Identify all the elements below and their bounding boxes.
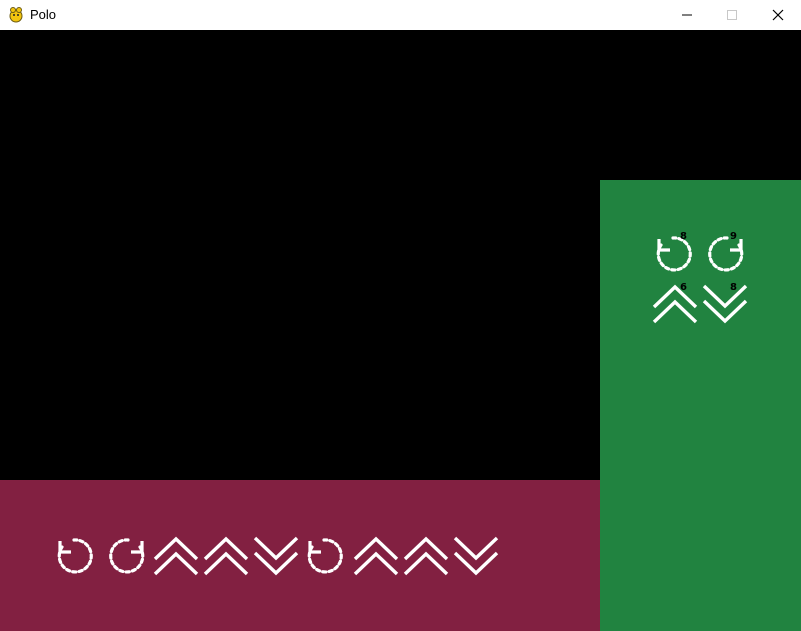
hand-card-rotate-left[interactable] — [53, 533, 99, 579]
game-canvas: 8 9 6 8 — [0, 30, 801, 631]
close-button[interactable] — [755, 0, 801, 30]
move-forward-icon — [353, 536, 399, 576]
rotate-left-icon — [656, 236, 692, 272]
move-forward-icon — [153, 536, 199, 576]
hand-card-move-back[interactable] — [253, 533, 299, 579]
hand-card-move-forward[interactable] — [203, 533, 249, 579]
rotate-right-icon — [109, 538, 145, 574]
hand-card-move-forward[interactable] — [153, 533, 199, 579]
deck-card-move-back[interactable] — [702, 281, 748, 327]
deck-count-rotate-right: 9 — [730, 231, 737, 242]
title-bar: Polo — [0, 0, 801, 30]
close-icon — [772, 9, 784, 21]
move-forward-icon — [403, 536, 449, 576]
move-back-icon — [253, 536, 299, 576]
deck-count-move-forward: 6 — [680, 282, 687, 293]
move-back-icon — [702, 284, 748, 324]
deck-card-move-forward[interactable] — [652, 281, 698, 327]
move-back-icon — [453, 536, 499, 576]
pygame-snake-icon — [9, 7, 23, 23]
game-board — [0, 30, 600, 480]
deck-card-rotate-right[interactable] — [702, 231, 748, 277]
player-hand-tray — [0, 480, 600, 631]
deck-card-rotate-left[interactable] — [652, 231, 698, 277]
deck-tray: 8 9 6 8 — [600, 180, 801, 631]
maximize-icon — [727, 10, 737, 20]
hand-card-move-forward[interactable] — [353, 533, 399, 579]
hand-card-rotate-right[interactable] — [103, 533, 149, 579]
minimize-icon — [682, 14, 692, 16]
minimize-button[interactable] — [664, 0, 710, 30]
deck-count-move-back: 8 — [730, 282, 737, 293]
rotate-left-icon — [57, 538, 93, 574]
rotate-left-icon — [307, 538, 343, 574]
move-forward-icon — [652, 284, 698, 324]
hand-card-rotate-left[interactable] — [303, 533, 349, 579]
hand-card-move-back[interactable] — [453, 533, 499, 579]
move-forward-icon — [203, 536, 249, 576]
window-title: Polo — [30, 7, 57, 22]
deck-count-rotate-left: 8 — [680, 231, 687, 242]
rotate-right-icon — [708, 236, 744, 272]
maximize-button[interactable] — [709, 0, 755, 30]
hand-card-move-forward[interactable] — [403, 533, 449, 579]
